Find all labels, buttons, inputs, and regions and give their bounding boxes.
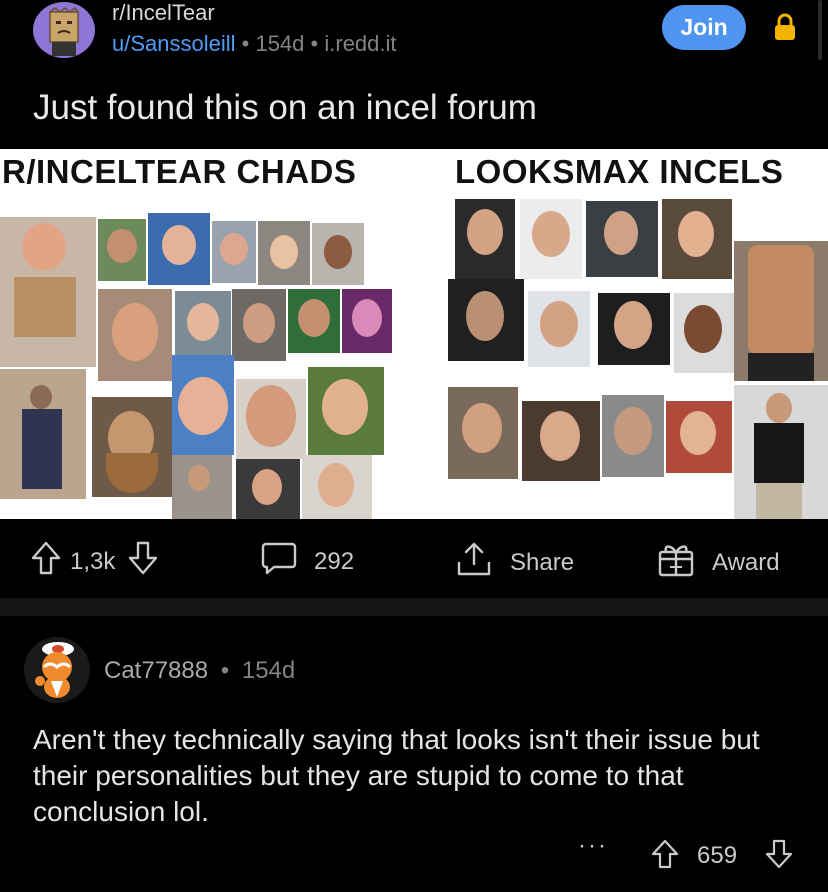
photo-bearded-man [98,219,146,281]
photo-model-1 [455,199,515,279]
image-heading-right: LOOKSMAX INCELS [455,153,784,190]
photo-model-2 [520,199,582,279]
comment-score: 659 [697,842,738,869]
paper-bag-mascot-icon [49,6,79,56]
photo-woman-glasses [288,289,340,353]
photo-model-12 [666,401,732,473]
photo-smiling-man [236,379,306,459]
award-button[interactable]: Award [656,540,780,585]
photo-smiling-teen [308,367,384,455]
post-age: 154d [255,31,305,56]
comment-count: 292 [314,547,355,575]
comment-downvote-icon[interactable] [764,838,794,877]
vote-group: 1,3k [30,540,159,583]
commenter-avatar[interactable] [24,637,90,703]
photo-shirtless-man [0,217,96,367]
post-title[interactable]: Just found this on an incel forum [33,88,537,128]
photo-model-9 [448,387,518,479]
vote-count: 1,3k [70,547,116,575]
post-meta: u/Sanssoleill • 154d • i.redd.it [112,31,397,56]
subreddit-name[interactable]: r/IncelTear [112,0,215,26]
photo-mustache-man [98,289,172,381]
share-button[interactable]: Share [454,540,574,585]
post-action-bar: 1,3k 292 Share Award [0,530,828,590]
comment-upvote-icon[interactable] [650,838,680,877]
photo-gym-selfie [734,385,828,519]
subreddit-avatar[interactable] [33,2,95,58]
share-label: Share [510,548,575,576]
photo-young-man [148,213,210,285]
photo-selfie-man [232,289,286,361]
section-divider [0,598,828,616]
post-image[interactable]: R/INCELTEAR CHADS LOOKSMAX INCELS [0,149,828,519]
comments-button[interactable]: 292 [260,540,354,583]
photo-glasses-teen [175,291,231,355]
photo-model-5 [448,279,524,361]
lock-icon [773,13,797,41]
photo-bald-glasses-man [172,355,234,455]
image-heading-left: R/INCELTEAR CHADS [2,153,357,190]
photo-model-6 [528,291,590,367]
photo-pink-lit-man [342,289,392,353]
join-button[interactable]: Join [662,5,746,50]
photo-standing-man [0,369,86,499]
downvote-icon[interactable] [127,540,159,583]
comment-icon [260,540,298,583]
photo-blonde-person [258,221,310,285]
comment-meta: Cat77888 • 154d [104,657,296,684]
photo-long-beard-man [92,397,172,497]
share-icon [454,540,494,585]
photo-model-10 [522,401,600,481]
post-author[interactable]: u/Sanssoleill [112,31,236,56]
photo-dark-hair-man [236,459,300,519]
photo-passport-man [302,455,372,519]
photo-shirtless-model [734,241,828,381]
photo-model-4 [662,199,732,279]
comment-age: 154d [241,657,296,684]
award-label: Award [712,548,780,576]
photo-model-3 [586,201,658,277]
photo-model-11 [602,395,664,477]
comment-body[interactable]: Aren't they technically saying that look… [33,722,813,830]
photo-curly-hair-man [312,223,364,285]
post-domain[interactable]: i.redd.it [324,31,396,56]
snoo-avatar-icon [35,642,74,698]
photo-model-8 [674,293,734,373]
upvote-icon[interactable] [30,540,62,583]
more-icon[interactable]: ··· [578,832,608,860]
photo-sunglasses-man [212,221,256,283]
award-icon [656,540,696,585]
photo-model-7 [598,293,670,365]
photo-mirror-selfie [172,455,232,519]
comment-author[interactable]: Cat77888 [104,657,208,684]
scrollbar[interactable] [818,0,822,60]
